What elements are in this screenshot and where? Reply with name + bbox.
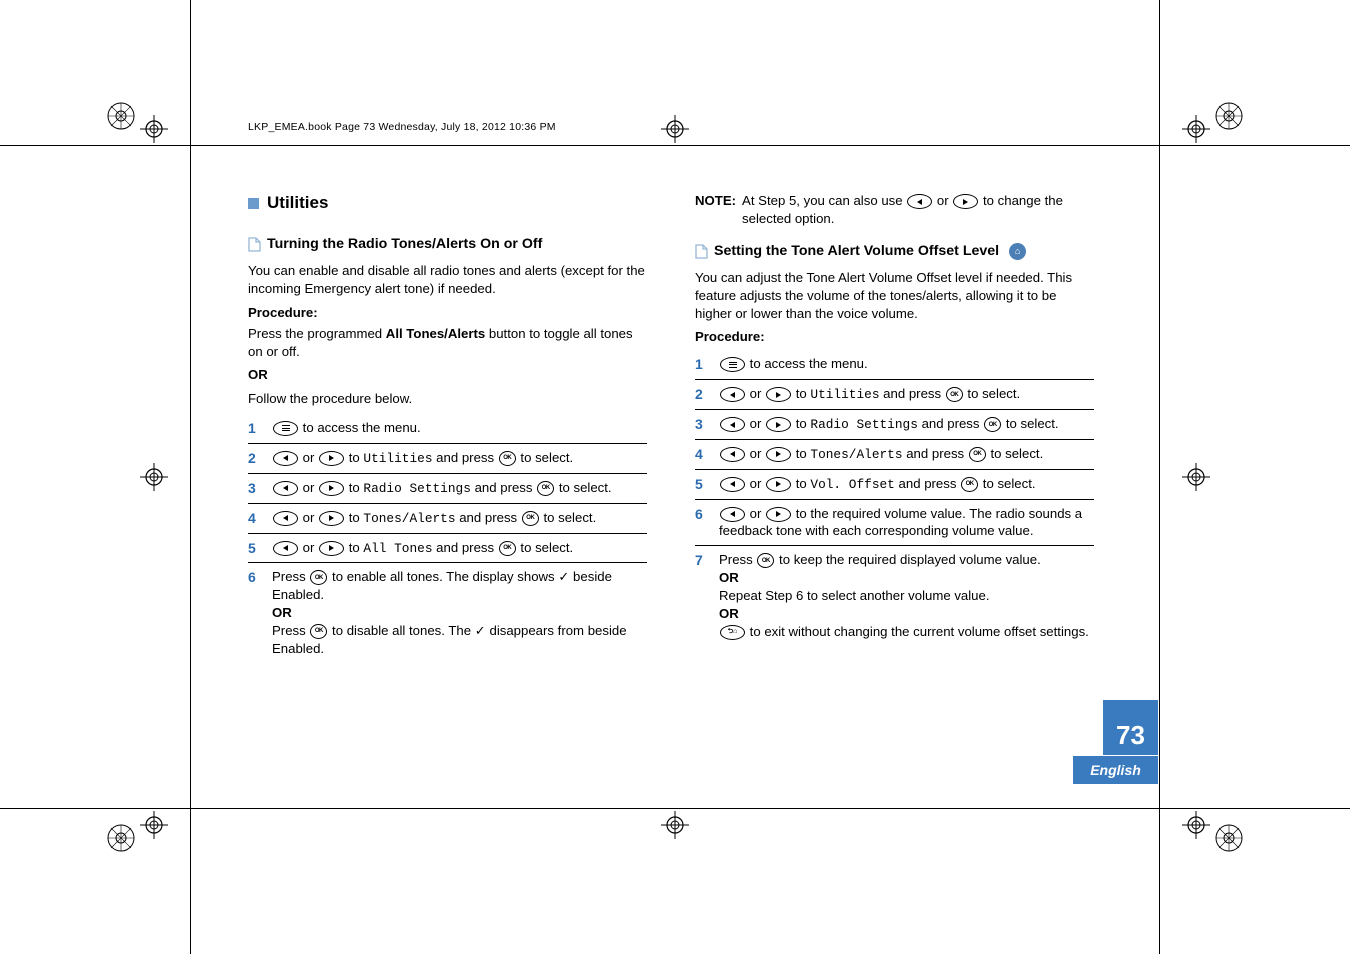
- procedure-steps: 1 to access the menu. 2 or to Utilities …: [695, 350, 1094, 645]
- ok-button-icon: [757, 553, 774, 568]
- page-icon: [248, 237, 261, 252]
- ok-button-icon: [499, 451, 516, 466]
- procedure-label: Procedure:: [695, 328, 1094, 346]
- bullet-square-icon: [248, 198, 259, 209]
- subsection-title: Turning the Radio Tones/Alerts On or Off: [248, 235, 647, 254]
- nav-left-icon: [720, 387, 745, 402]
- note: NOTE: At Step 5, you can also use or to …: [695, 192, 1094, 228]
- subsection-title: Setting the Tone Alert Volume Offset Lev…: [695, 242, 1094, 261]
- step: 1 to access the menu.: [695, 350, 1094, 380]
- registration-mark-icon: [1182, 115, 1210, 143]
- nav-left-icon: [720, 447, 745, 462]
- registration-mark-icon: [140, 811, 168, 839]
- feature-badge-icon: ⌂: [1009, 243, 1026, 260]
- ok-button-icon: [969, 447, 986, 462]
- menu-button-icon: [720, 357, 745, 372]
- nav-right-icon: [319, 541, 344, 556]
- nav-left-icon: [720, 417, 745, 432]
- nav-right-icon: [766, 417, 791, 432]
- step: 6 Press to enable all tones. The display…: [248, 563, 647, 662]
- check-icon: ✓: [475, 623, 486, 638]
- section-title-text: Utilities: [267, 192, 328, 215]
- step: 6 or to the required volume value. The r…: [695, 500, 1094, 547]
- nav-left-icon: [273, 511, 298, 526]
- or-label: OR: [248, 366, 647, 384]
- crop-guide-left: [190, 0, 191, 954]
- corner-ornament-icon: [105, 822, 137, 854]
- step: 4 or to Tones/Alerts and press to select…: [695, 440, 1094, 470]
- note-label: NOTE:: [695, 192, 736, 228]
- step: 7 Press to keep the required displayed v…: [695, 546, 1094, 645]
- nav-left-icon: [273, 451, 298, 466]
- ok-button-icon: [310, 624, 327, 639]
- right-column: NOTE: At Step 5, you can also use or to …: [695, 192, 1094, 662]
- step: 4 or to Tones/Alerts and press to select…: [248, 504, 647, 534]
- nav-right-icon: [766, 507, 791, 522]
- ok-button-icon: [522, 511, 539, 526]
- ok-button-icon: [310, 570, 327, 585]
- menu-button-icon: [273, 421, 298, 436]
- nav-right-icon: [319, 481, 344, 496]
- ok-button-icon: [499, 541, 516, 556]
- corner-ornament-icon: [1213, 822, 1245, 854]
- registration-mark-icon: [1182, 811, 1210, 839]
- corner-ornament-icon: [1213, 100, 1245, 132]
- left-column: Utilities Turning the Radio Tones/Alerts…: [248, 192, 647, 662]
- subsection-title-text: Setting the Tone Alert Volume Offset Lev…: [714, 242, 999, 261]
- step: 3 or to Radio Settings and press to sele…: [248, 474, 647, 504]
- corner-ornament-icon: [105, 100, 137, 132]
- procedure-label: Procedure:: [248, 304, 647, 322]
- step: 5 or to All Tones and press to select.: [248, 534, 647, 564]
- nav-left-icon: [720, 477, 745, 492]
- nav-right-icon: [766, 387, 791, 402]
- registration-mark-icon: [661, 811, 689, 839]
- step: 2 or to Utilities and press to select.: [248, 444, 647, 474]
- step: 3 or to Radio Settings and press to sele…: [695, 410, 1094, 440]
- follow-text: Follow the procedure below.: [248, 390, 647, 408]
- nav-left-icon: [907, 194, 932, 209]
- registration-mark-icon: [1182, 463, 1210, 491]
- crop-guide-bottom: [0, 808, 1350, 809]
- crop-guide-right: [1159, 0, 1160, 954]
- nav-right-icon: [953, 194, 978, 209]
- language-tab: English: [1073, 756, 1158, 784]
- intro-text: You can adjust the Tone Alert Volume Off…: [695, 269, 1094, 322]
- running-header: LKP_EMEA.book Page 73 Wednesday, July 18…: [248, 120, 1094, 134]
- subsection-title-text: Turning the Radio Tones/Alerts On or Off: [267, 235, 542, 254]
- back-button-icon: ⮌⌂: [720, 625, 745, 640]
- ok-button-icon: [984, 417, 1001, 432]
- step: 2 or to Utilities and press to select.: [695, 380, 1094, 410]
- nav-left-icon: [720, 507, 745, 522]
- intro-text: You can enable and disable all radio ton…: [248, 262, 647, 298]
- page-number: 73: [1103, 700, 1158, 755]
- nav-right-icon: [319, 511, 344, 526]
- nav-left-icon: [273, 481, 298, 496]
- page-icon: [695, 244, 708, 259]
- nav-right-icon: [766, 447, 791, 462]
- check-icon: ✓: [558, 569, 569, 584]
- registration-mark-icon: [140, 463, 168, 491]
- ok-button-icon: [946, 387, 963, 402]
- section-title: Utilities: [248, 192, 647, 215]
- step: 5 or to Vol. Offset and press to select.: [695, 470, 1094, 500]
- registration-mark-icon: [140, 115, 168, 143]
- step: 1 to access the menu.: [248, 414, 647, 444]
- note-body: At Step 5, you can also use or to change…: [742, 192, 1094, 228]
- nav-right-icon: [319, 451, 344, 466]
- ok-button-icon: [537, 481, 554, 496]
- press-instruction: Press the programmed All Tones/Alerts bu…: [248, 325, 647, 361]
- ok-button-icon: [961, 477, 978, 492]
- procedure-steps: 1 to access the menu. 2 or to Utilities …: [248, 414, 647, 663]
- nav-left-icon: [273, 541, 298, 556]
- nav-right-icon: [766, 477, 791, 492]
